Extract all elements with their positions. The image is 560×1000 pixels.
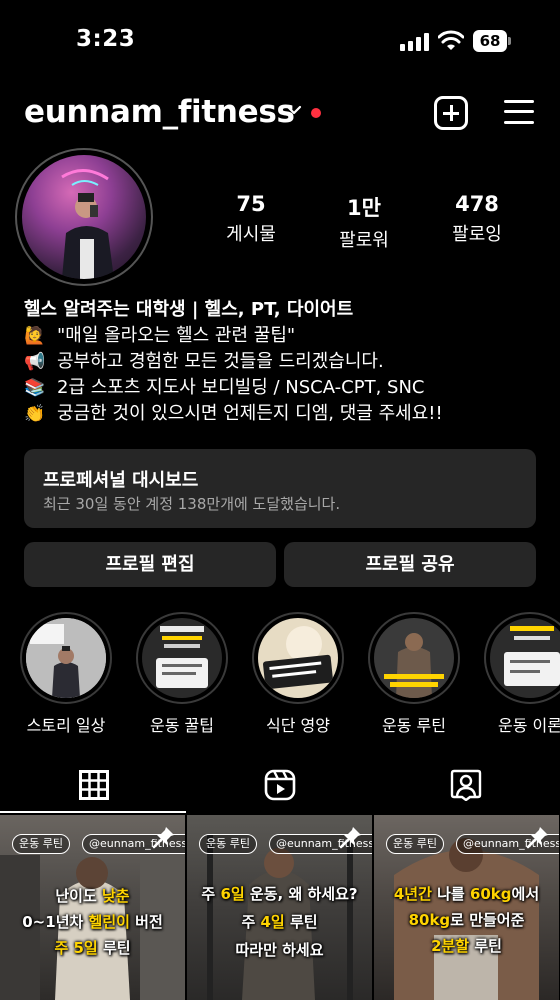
bio-line: 🙋 "매일 올라오는 헬스 관련 꿀팁" bbox=[24, 323, 544, 349]
tab-posts-grid[interactable] bbox=[0, 758, 186, 814]
bio-text: "매일 올라오는 헬스 관련 꿀팁" bbox=[57, 325, 296, 346]
tab-reels[interactable] bbox=[187, 758, 373, 814]
edit-profile-button[interactable]: 프로필 편집 bbox=[24, 542, 276, 587]
megaphone-icon: 📢 bbox=[24, 352, 46, 372]
post-category-tag: 운동 루틴 bbox=[199, 834, 257, 854]
highlight-daily-story[interactable]: 스토리 일상 bbox=[20, 612, 112, 736]
following-count-label: 팔로잉 bbox=[452, 224, 502, 245]
post-category-tag: 운동 루틴 bbox=[12, 834, 70, 854]
post-caption-line: 주 6일 운동, 왜 하세요? bbox=[201, 885, 358, 903]
pin-icon bbox=[152, 827, 174, 849]
highlight-cover bbox=[490, 618, 560, 698]
highlight-diet-nutrition[interactable]: 식단 영양 bbox=[252, 612, 344, 736]
highlight-exercise-routine[interactable]: 운동 루틴 bbox=[368, 612, 460, 736]
wifi-icon bbox=[438, 30, 464, 50]
dashboard-title: 프로페셔널 대시보드 bbox=[43, 470, 199, 491]
post-category-tag: 운동 루틴 bbox=[386, 834, 444, 854]
highlight-label: 식단 영양 bbox=[266, 716, 330, 735]
posts-count[interactable]: 75 게시물 bbox=[201, 192, 301, 246]
create-post-button[interactable] bbox=[434, 96, 468, 130]
hamburger-menu-icon[interactable] bbox=[504, 99, 534, 125]
post-caption-line: 80kg로 만들어준 bbox=[408, 911, 525, 929]
post-caption-line: 0~1년차 헬린이 버전 bbox=[22, 913, 163, 931]
posts-count-label: 게시물 bbox=[226, 224, 276, 245]
active-tab-indicator bbox=[0, 811, 186, 813]
bio-text: 궁금한 것이 있으시면 언제든지 디엠, 댓글 주세요!! bbox=[57, 403, 443, 424]
pin-icon bbox=[526, 827, 548, 849]
tagged-person-icon bbox=[450, 769, 482, 801]
followers-count-label: 팔로워 bbox=[339, 230, 389, 251]
followers-count[interactable]: 1만 팔로워 bbox=[314, 192, 414, 252]
highlight-cover bbox=[258, 618, 338, 698]
post-caption-line: 주 4일 루틴 bbox=[241, 913, 318, 931]
notification-dot bbox=[311, 108, 321, 118]
professional-dashboard[interactable]: 프로페셔널 대시보드 최근 30일 동안 계정 138만개에 도달했습니다. bbox=[24, 449, 536, 528]
clapping-hands-icon: 👏 bbox=[24, 404, 46, 424]
highlight-label: 운동 루틴 bbox=[382, 716, 446, 735]
following-count-value: 478 bbox=[455, 192, 499, 216]
tab-tagged[interactable] bbox=[374, 758, 560, 814]
post-caption-line: 따라만 하세요 bbox=[235, 941, 324, 959]
highlight-cover bbox=[374, 618, 454, 698]
grid-icon bbox=[79, 770, 109, 800]
posts-grid: 운동 루틴 @eunnam_fitness 난이도 낮춘 0~1년차 헬린이 버… bbox=[0, 815, 560, 1000]
username-switcher[interactable]: eunnam_fitness bbox=[24, 94, 295, 130]
highlight-cover bbox=[142, 618, 222, 698]
bio-text: 2급 스포츠 지도사 보디빌딩 / NSCA-CPT, SNC bbox=[57, 377, 425, 398]
highlight-label: 운동 꿀팁 bbox=[150, 716, 214, 735]
post-caption-line: 4년간 나를 60kg에서 bbox=[393, 885, 540, 903]
post-tile[interactable]: 운동 루틴 @eunnam_fitness 주 6일 운동, 왜 하세요? 주 … bbox=[187, 815, 372, 1000]
post-tile[interactable]: 운동 루틴 @eunnam_fitness 4년간 나를 60kg에서 80kg… bbox=[374, 815, 559, 1000]
post-caption-line: 난이도 낮춘 bbox=[55, 887, 130, 905]
posts-count-value: 75 bbox=[236, 192, 266, 216]
following-count[interactable]: 478 팔로잉 bbox=[427, 192, 527, 246]
profile-header: eunnam_fitness bbox=[0, 88, 560, 140]
battery-level: 68 bbox=[473, 30, 507, 52]
highlight-cover bbox=[26, 618, 106, 698]
cellular-signal-icon bbox=[400, 33, 430, 51]
profile-tabs bbox=[0, 758, 560, 814]
bio-line: 📚 2급 스포츠 지도사 보디빌딩 / NSCA-CPT, SNC bbox=[24, 375, 544, 401]
post-caption-line: 2분할 루틴 bbox=[431, 937, 502, 955]
status-time: 3:23 bbox=[76, 26, 136, 52]
highlight-label: 스토리 일상 bbox=[26, 716, 106, 735]
followers-count-value: 1만 bbox=[347, 196, 381, 220]
bio-text: 공부하고 경험한 모든 것들을 드리겠습니다. bbox=[57, 351, 384, 372]
post-caption-line: 주 5일 루틴 bbox=[54, 939, 131, 957]
post-tile[interactable]: 운동 루틴 @eunnam_fitness 난이도 낮춘 0~1년차 헬린이 버… bbox=[0, 815, 185, 1000]
highlight-exercise-theory[interactable]: 운동 이론 bbox=[484, 612, 560, 736]
share-profile-button[interactable]: 프로필 공유 bbox=[284, 542, 536, 587]
bio-name: 헬스 알려주는 대학생 | 헬스, PT, 다이어트 bbox=[24, 299, 354, 320]
battery-icon: 68 bbox=[473, 30, 511, 52]
highlight-exercise-tips[interactable]: 운동 꿀팁 bbox=[136, 612, 228, 736]
pin-icon bbox=[339, 827, 361, 849]
profile-bio: 헬스 알려주는 대학생 | 헬스, PT, 다이어트 🙋 "매일 올라오는 헬스… bbox=[24, 296, 544, 427]
chevron-down-icon[interactable] bbox=[286, 102, 302, 118]
raising-hand-icon: 🙋 bbox=[24, 326, 46, 346]
avatar[interactable] bbox=[22, 155, 146, 279]
status-bar: 3:23 68 bbox=[0, 0, 560, 80]
bio-line: 📢 공부하고 경험한 모든 것들을 드리겠습니다. bbox=[24, 349, 544, 375]
reels-icon bbox=[264, 769, 296, 801]
bio-line: 👏 궁금한 것이 있으시면 언제든지 디엠, 댓글 주세요!! bbox=[24, 401, 544, 427]
dashboard-subtitle: 최근 30일 동안 계정 138만개에 도달했습니다. bbox=[43, 495, 341, 513]
books-icon: 📚 bbox=[24, 378, 46, 398]
highlight-label: 운동 이론 bbox=[498, 716, 560, 735]
